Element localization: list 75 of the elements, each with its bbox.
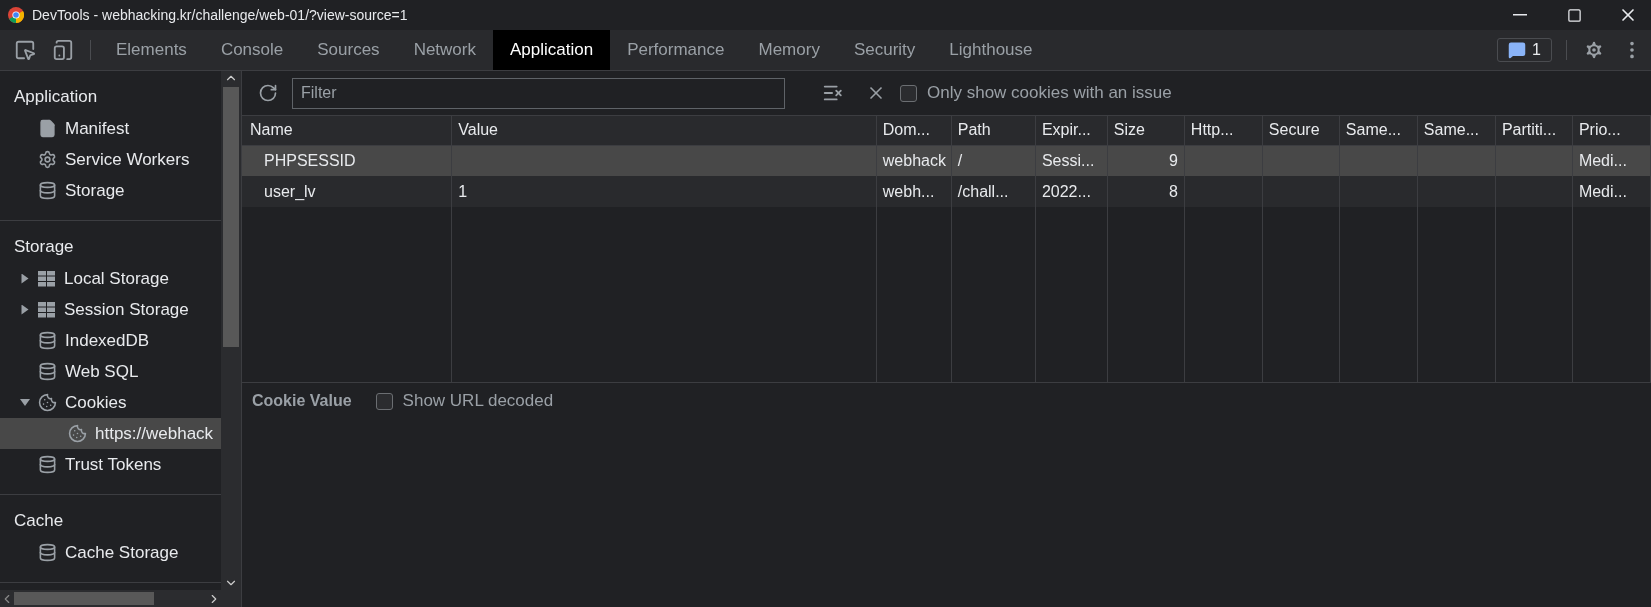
table-cell: 1 [458,182,468,200]
cookie-icon [68,424,87,443]
column-header[interactable]: Same... [1339,116,1418,145]
sidebar-item[interactable]: Web SQL [0,356,221,387]
grid-icon [38,301,56,318]
sidebar-item[interactable]: Storage [0,175,221,206]
tab[interactable]: Console [203,30,301,70]
show-url-decoded-checkbox[interactable]: Show URL decoded [375,391,554,411]
table-cell: 9 [1168,151,1178,169]
table-cell: / [957,151,963,169]
table-row[interactable]: PHPSESSID webhack / Sessi... 9 Medi... [242,145,1651,176]
sidebar-item[interactable]: IndexedDB [0,325,221,356]
gear-icon [38,150,57,169]
column-header[interactable]: Name [242,116,452,145]
message-icon [1508,41,1527,59]
tab[interactable]: Network [396,30,493,70]
database-icon [38,181,57,200]
cookie-value-title: Cookie Value [252,392,352,410]
table-cell: 8 [1168,182,1178,200]
sidebar-item[interactable]: Cache Storage [0,537,221,568]
section-title: Storage [13,236,75,258]
section-title: Application [13,86,99,108]
table-cell: 2022... [1041,182,1091,200]
tab[interactable]: Memory [741,30,837,70]
horizontal-scrollbar[interactable] [0,590,241,607]
sidebar-item[interactable]: Service Workers [0,144,221,175]
sidebar-item[interactable]: https://webhack [0,418,221,449]
sidebar-item[interactable]: Trust Tokens [0,449,221,480]
column-header[interactable]: Partiti... [1495,116,1573,145]
database-icon [38,331,57,350]
grid-icon [38,270,56,287]
sidebar-item[interactable]: Cookies [0,387,221,418]
caret-right-icon[interactable] [20,273,30,284]
tab[interactable]: Elements [99,30,204,70]
cookie-icon [38,393,57,412]
table-row[interactable]: user_lv 1 webh... /chall... 2022... 8 Medi... [242,176,1651,207]
caret-right-icon[interactable] [20,304,30,315]
sidebar-item[interactable]: Session Storage [0,294,221,325]
database-icon [38,543,57,562]
column-header[interactable]: Value [451,116,877,145]
column-header[interactable]: Same... [1417,116,1496,145]
table-cell: Medi... [1578,182,1627,200]
table-cell: Sessi... [1041,151,1095,169]
database-icon [38,455,57,474]
table-cell: Medi... [1578,151,1627,169]
section-title: Cache [13,510,65,532]
table-cell: webhack [882,151,946,169]
tab[interactable]: Sources [300,30,397,70]
scrollbar[interactable] [221,71,241,590]
column-header[interactable]: Http... [1184,116,1263,145]
issues-button[interactable]: 1 [1497,38,1552,62]
tab[interactable]: Lighthouse [932,30,1050,70]
column-header[interactable]: Prio... [1572,116,1651,145]
maximize-icon [1566,7,1582,23]
browser-logo-icon [8,7,24,23]
table-cell: PHPSESSID [264,151,356,169]
tab[interactable]: Application [493,30,611,70]
only-issues-checkbox[interactable]: Only show cookies with an issue [900,83,1172,103]
table-cell: webh... [882,182,935,200]
tab[interactable]: Security [836,30,933,70]
database-icon [38,362,57,381]
table-cell: user_lv [264,182,316,200]
minimize-icon [1513,14,1527,16]
sidebar-item[interactable]: Manifest [0,113,221,144]
column-header[interactable]: Path [951,116,1036,145]
column-header[interactable]: Size [1107,116,1185,145]
table-cell: /chall... [957,182,1009,200]
filter-field[interactable]: Filter [292,77,785,109]
column-header[interactable]: Secure [1262,116,1340,145]
file-icon [38,119,57,138]
window-title: DevTools - webhacking.kr/challenge/web-01/?view-source=1 [32,7,409,23]
sidebar-item[interactable]: Local Storage [0,263,221,294]
column-header[interactable]: Dom... [876,116,952,145]
tab[interactable]: Performance [610,30,742,70]
column-header[interactable]: Expir... [1035,116,1108,145]
